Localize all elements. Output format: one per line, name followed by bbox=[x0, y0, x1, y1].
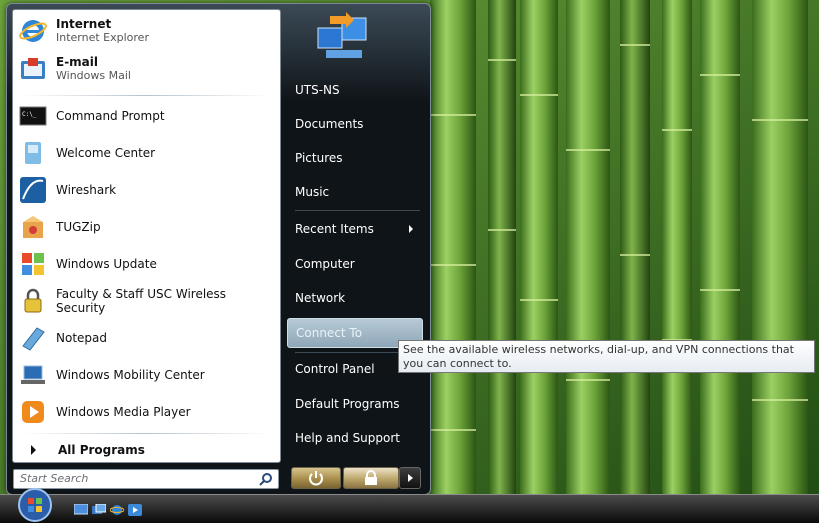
item-label: Help and Support bbox=[295, 431, 400, 445]
media-player-icon bbox=[22, 401, 44, 423]
program-subtitle: Windows Mail bbox=[56, 69, 131, 82]
wireshark-icon bbox=[20, 177, 46, 203]
item-label: Recent Items bbox=[295, 222, 374, 236]
program-email[interactable]: E-mail Windows Mail bbox=[19, 52, 274, 86]
program-label: Windows Mobility Center bbox=[56, 368, 205, 382]
command-prompt-icon: C:\_ bbox=[19, 106, 47, 126]
power-controls bbox=[291, 467, 421, 489]
program-command-prompt[interactable]: C:\_ Command Prompt bbox=[19, 99, 274, 133]
shutdown-options-button[interactable] bbox=[399, 467, 421, 489]
tooltip-text: See the available wireless networks, dia… bbox=[403, 343, 794, 370]
pictures-link[interactable]: Pictures bbox=[287, 147, 423, 169]
item-label: Pictures bbox=[295, 151, 343, 165]
program-usc-wireless[interactable]: Faculty & Staff USC Wireless Security bbox=[19, 284, 274, 318]
svg-text:C:\_: C:\_ bbox=[22, 111, 37, 118]
documents-link[interactable]: Documents bbox=[287, 113, 423, 135]
item-label: Control Panel bbox=[295, 362, 375, 376]
program-label: Notepad bbox=[56, 331, 107, 345]
media-player-icon[interactable] bbox=[128, 504, 142, 516]
program-label: Windows Media Player bbox=[56, 405, 191, 419]
start-menu: Internet Internet Explorer E-mail Window… bbox=[6, 3, 431, 495]
places-pane: UTS-NS Documents Pictures Music Recent I… bbox=[285, 4, 425, 494]
switch-windows-icon[interactable] bbox=[92, 504, 106, 516]
music-link[interactable]: Music bbox=[287, 181, 423, 203]
program-label: TUGZip bbox=[56, 220, 101, 234]
tooltip: See the available wireless networks, dia… bbox=[398, 340, 815, 373]
search-placeholder: Start Search bbox=[20, 472, 89, 485]
taskbar bbox=[0, 488, 819, 523]
windows-update-icon bbox=[22, 253, 44, 275]
power-icon bbox=[309, 471, 323, 486]
default-programs-link[interactable]: Default Programs bbox=[287, 393, 423, 415]
show-desktop-icon[interactable] bbox=[74, 504, 88, 516]
separator bbox=[21, 433, 271, 434]
item-label: Network bbox=[295, 291, 346, 305]
padlock-icon bbox=[365, 470, 377, 485]
item-label: UTS-NS bbox=[295, 83, 340, 97]
item-label: Default Programs bbox=[295, 397, 400, 411]
item-label: Documents bbox=[295, 117, 364, 131]
programs-pane: Internet Internet Explorer E-mail Window… bbox=[12, 9, 281, 463]
program-label: Wireshark bbox=[56, 183, 117, 197]
lock-icon bbox=[24, 288, 42, 313]
notepad-icon bbox=[22, 327, 45, 351]
program-title: Internet bbox=[56, 17, 112, 31]
program-windows-update[interactable]: Windows Update bbox=[19, 247, 274, 281]
all-programs-label: All Programs bbox=[58, 443, 145, 457]
mobility-center-icon bbox=[21, 365, 45, 384]
user-folder-link[interactable]: UTS-NS bbox=[287, 79, 423, 101]
separator bbox=[295, 210, 420, 211]
chevron-right-icon bbox=[31, 445, 36, 455]
help-support-link[interactable]: Help and Support bbox=[287, 427, 423, 449]
program-mobility-center[interactable]: Windows Mobility Center bbox=[19, 358, 274, 392]
tugzip-icon bbox=[23, 216, 43, 238]
program-label: Welcome Center bbox=[56, 146, 156, 160]
computer-link[interactable]: Computer bbox=[287, 253, 423, 275]
recent-items-link[interactable]: Recent Items bbox=[287, 218, 423, 240]
search-icon[interactable] bbox=[259, 472, 273, 486]
program-notepad[interactable]: Notepad bbox=[19, 321, 274, 355]
program-label: Command Prompt bbox=[56, 109, 165, 123]
item-label: Computer bbox=[295, 257, 355, 271]
power-button[interactable] bbox=[291, 467, 341, 489]
network-link[interactable]: Network bbox=[287, 287, 423, 309]
program-internet[interactable]: Internet Internet Explorer bbox=[19, 14, 274, 48]
program-wireshark[interactable]: Wireshark bbox=[19, 173, 274, 207]
lock-button[interactable] bbox=[343, 467, 399, 489]
arrow-right-icon bbox=[408, 474, 413, 482]
program-label: Windows Update bbox=[56, 257, 157, 271]
network-computers-icon bbox=[317, 12, 367, 58]
program-label: Faculty & Staff USC Wireless Security bbox=[56, 287, 227, 315]
item-label: Connect To bbox=[296, 326, 363, 340]
program-welcome-center[interactable]: Welcome Center bbox=[19, 136, 274, 170]
program-tugzip[interactable]: TUGZip bbox=[19, 210, 274, 244]
internet-explorer-icon[interactable] bbox=[110, 504, 124, 516]
separator bbox=[21, 95, 271, 96]
submenu-arrow-icon bbox=[409, 225, 413, 233]
program-title: E-mail bbox=[56, 55, 99, 69]
welcome-center-icon bbox=[25, 142, 41, 164]
windows-mail-icon bbox=[21, 58, 45, 79]
start-orb-button[interactable] bbox=[14, 487, 56, 523]
program-media-player[interactable]: Windows Media Player bbox=[19, 395, 274, 429]
start-search-input[interactable]: Start Search bbox=[13, 469, 279, 489]
all-programs-button[interactable]: All Programs bbox=[21, 439, 276, 461]
program-subtitle: Internet Explorer bbox=[56, 31, 149, 44]
internet-explorer-icon bbox=[19, 20, 47, 42]
item-label: Music bbox=[295, 185, 330, 199]
